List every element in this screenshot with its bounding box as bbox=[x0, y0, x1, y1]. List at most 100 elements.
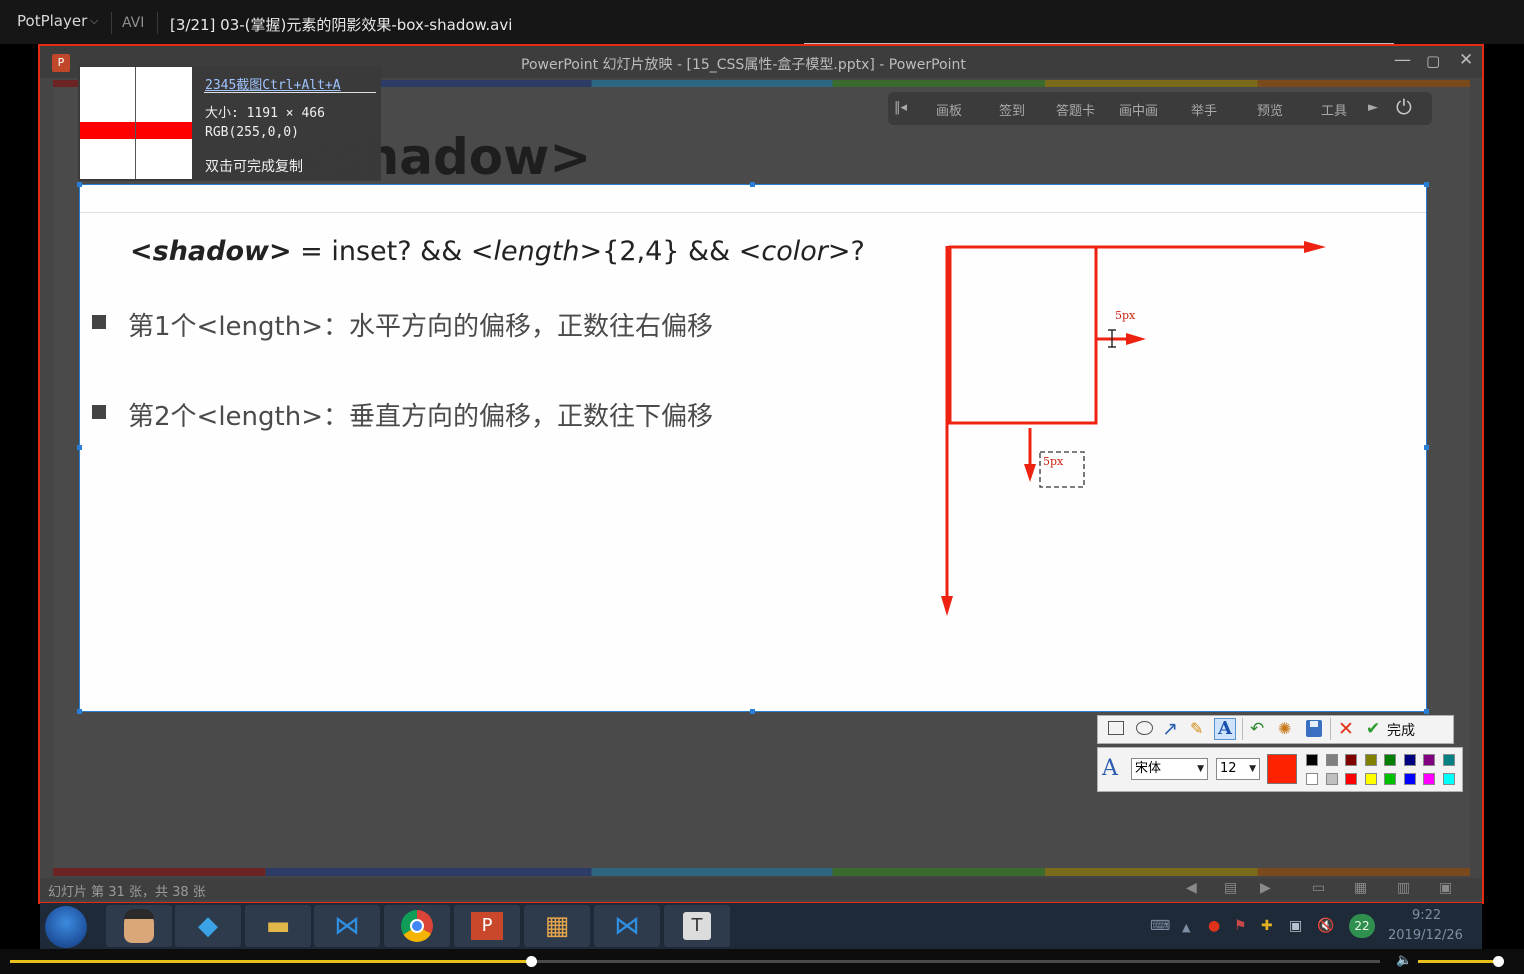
font-family-value: 宋体 bbox=[1135, 761, 1162, 776]
color-swatch[interactable] bbox=[1384, 754, 1396, 766]
offset-x-arrowhead bbox=[1126, 333, 1146, 345]
current-color-swatch[interactable] bbox=[1267, 754, 1297, 784]
slide-sorter-icon[interactable]: ▦ bbox=[1354, 880, 1367, 896]
taskbar-vscode2-app[interactable]: ⋈ bbox=[594, 905, 660, 947]
color-swatch[interactable] bbox=[1423, 754, 1435, 766]
font-size-select[interactable]: 12 ▼ bbox=[1216, 758, 1260, 780]
snip-hotkey: 2345截图Ctrl+Alt+A bbox=[205, 78, 341, 93]
toolbar-item-tools[interactable]: 工具 bbox=[1321, 100, 1347, 119]
volume-muted-icon[interactable]: 🔇 bbox=[1317, 918, 1334, 934]
color-swatch[interactable] bbox=[1345, 754, 1357, 766]
color-swatch[interactable] bbox=[1325, 773, 1338, 785]
reading-view-icon[interactable]: ▥ bbox=[1397, 880, 1410, 896]
taskbar-typora-app[interactable]: T bbox=[664, 905, 730, 947]
color-swatch[interactable] bbox=[1325, 754, 1338, 766]
color-swatch[interactable] bbox=[1442, 754, 1455, 766]
taskbar-powerpoint-app[interactable]: P bbox=[454, 905, 520, 947]
slide-bottom-stripe bbox=[53, 868, 1470, 876]
prev-slide-icon[interactable]: ◀ bbox=[1186, 880, 1197, 896]
volume-handle[interactable] bbox=[1492, 956, 1504, 967]
shadow-diagram: 5px 5px bbox=[941, 241, 1326, 616]
normal-view-icon[interactable]: ▭ bbox=[1312, 880, 1325, 896]
maximize-button[interactable]: ▢ bbox=[1426, 52, 1440, 70]
color-swatch[interactable] bbox=[1345, 773, 1357, 785]
keyboard-icon[interactable]: ⌨ bbox=[1150, 918, 1170, 934]
rectangle-icon[interactable] bbox=[1108, 721, 1124, 735]
prev-icon[interactable]: ‖◂ bbox=[894, 100, 907, 115]
seek-handle[interactable] bbox=[525, 956, 537, 967]
taskbar-explorer-app[interactable]: ◆ bbox=[175, 905, 241, 947]
color-swatch[interactable] bbox=[1384, 773, 1396, 785]
offset-y-label: 5px bbox=[1043, 455, 1064, 468]
divider bbox=[157, 12, 158, 34]
magnifier-crosshair bbox=[135, 67, 136, 179]
offset-y-arrowhead bbox=[1024, 464, 1036, 482]
taskbar-folder-app[interactable]: ▬ bbox=[245, 905, 311, 947]
powerpoint-icon: P bbox=[471, 912, 503, 940]
snip-size: 大小: 1191 × 466 bbox=[205, 106, 325, 121]
toolbar-item-raise-hand[interactable]: 举手 bbox=[1191, 100, 1217, 119]
minimize-button[interactable]: — bbox=[1394, 50, 1411, 70]
toolbar-item-checkin[interactable]: 签到 bbox=[999, 100, 1025, 119]
arrow-icon[interactable]: ↗ bbox=[1162, 720, 1178, 739]
color-swatch[interactable] bbox=[1423, 773, 1435, 785]
tray-expand-icon[interactable]: ▲ bbox=[1182, 921, 1190, 934]
color-swatch[interactable] bbox=[1306, 754, 1318, 766]
box-outline bbox=[948, 245, 1098, 425]
menu-icon[interactable]: ▤ bbox=[1224, 880, 1237, 896]
chevron-down-icon[interactable]: ⌵ bbox=[90, 14, 98, 28]
color-swatch[interactable] bbox=[1403, 754, 1416, 766]
x-axis-arrowhead bbox=[1304, 241, 1326, 253]
format-label: AVI bbox=[122, 15, 145, 31]
taskbar-avatar-app[interactable] bbox=[106, 905, 172, 947]
mosaic-icon[interactable]: ✺ bbox=[1278, 720, 1291, 738]
snip-rgb: RGB(255,0,0) bbox=[205, 125, 299, 140]
magnifier-pixel-band bbox=[80, 122, 192, 139]
divider bbox=[1242, 718, 1243, 740]
clock-date[interactable]: 2019/12/26 bbox=[1388, 928, 1463, 943]
toolbar-item-preview[interactable]: 预览 bbox=[1257, 100, 1283, 119]
toolbar-item-whiteboard[interactable]: 画板 bbox=[936, 100, 962, 119]
volume-icon[interactable]: 🔈 bbox=[1396, 953, 1412, 968]
file-title: [3/21] 03-(掌握)元素的阴影效果-box-shadow.avi bbox=[170, 16, 513, 34]
divider bbox=[204, 92, 376, 93]
toolbar-item-answer-card[interactable]: 答题卡 bbox=[1056, 100, 1095, 119]
save-icon-label bbox=[1310, 721, 1318, 727]
color-swatch[interactable] bbox=[1364, 754, 1377, 766]
close-button[interactable]: ✕ bbox=[1459, 50, 1473, 70]
record-icon[interactable]: ● bbox=[1208, 918, 1220, 934]
next-slide-icon[interactable]: ▶ bbox=[1260, 880, 1271, 896]
slideshow-icon[interactable]: ▣ bbox=[1439, 880, 1452, 896]
classroom-toolbar bbox=[888, 92, 1432, 125]
notification-badge[interactable]: 22 bbox=[1349, 914, 1375, 938]
text-tool-icon[interactable]: A bbox=[1214, 718, 1236, 740]
color-swatch[interactable] bbox=[1403, 773, 1416, 785]
next-icon[interactable]: ► bbox=[1368, 100, 1378, 115]
done-button[interactable]: 完成 bbox=[1387, 720, 1415, 740]
cancel-icon[interactable]: ✕ bbox=[1338, 720, 1354, 739]
power-icon[interactable]: ⏻ bbox=[1396, 95, 1412, 119]
chevron-down-icon: ▼ bbox=[1197, 764, 1204, 774]
start-button[interactable] bbox=[45, 906, 87, 948]
seek-progress bbox=[10, 960, 531, 963]
window-title: PowerPoint 幻灯片放映 - [15_CSS属性-盒子模型.pptx] … bbox=[521, 57, 966, 73]
security-icon[interactable]: ✚ bbox=[1261, 918, 1273, 934]
ellipse-icon[interactable] bbox=[1136, 721, 1153, 735]
color-swatch[interactable] bbox=[1364, 773, 1377, 785]
undo-icon[interactable]: ↶ bbox=[1250, 720, 1264, 738]
t-icon: T bbox=[683, 912, 711, 940]
color-swatch[interactable] bbox=[1306, 773, 1318, 785]
brush-icon[interactable]: ✎ bbox=[1190, 720, 1203, 738]
toolbar-item-pip[interactable]: 画中画 bbox=[1119, 100, 1158, 119]
taskbar-vscode-app[interactable]: ⋈ bbox=[314, 905, 380, 947]
flag-icon[interactable]: ⚑ bbox=[1234, 918, 1247, 934]
player-menu-button[interactable]: PotPlayer bbox=[17, 12, 87, 30]
color-swatch[interactable] bbox=[1442, 773, 1455, 785]
avatar-hair bbox=[124, 909, 154, 919]
network-icon[interactable]: ▣ bbox=[1289, 918, 1302, 934]
taskbar-notepad-app[interactable]: ▦ bbox=[524, 905, 590, 947]
chevron-down-icon: ▼ bbox=[1249, 764, 1256, 774]
taskbar-chrome-app[interactable] bbox=[384, 905, 450, 947]
clock-time[interactable]: 9:22 bbox=[1412, 908, 1441, 923]
font-family-select[interactable]: 宋体 ▼ bbox=[1131, 758, 1208, 780]
